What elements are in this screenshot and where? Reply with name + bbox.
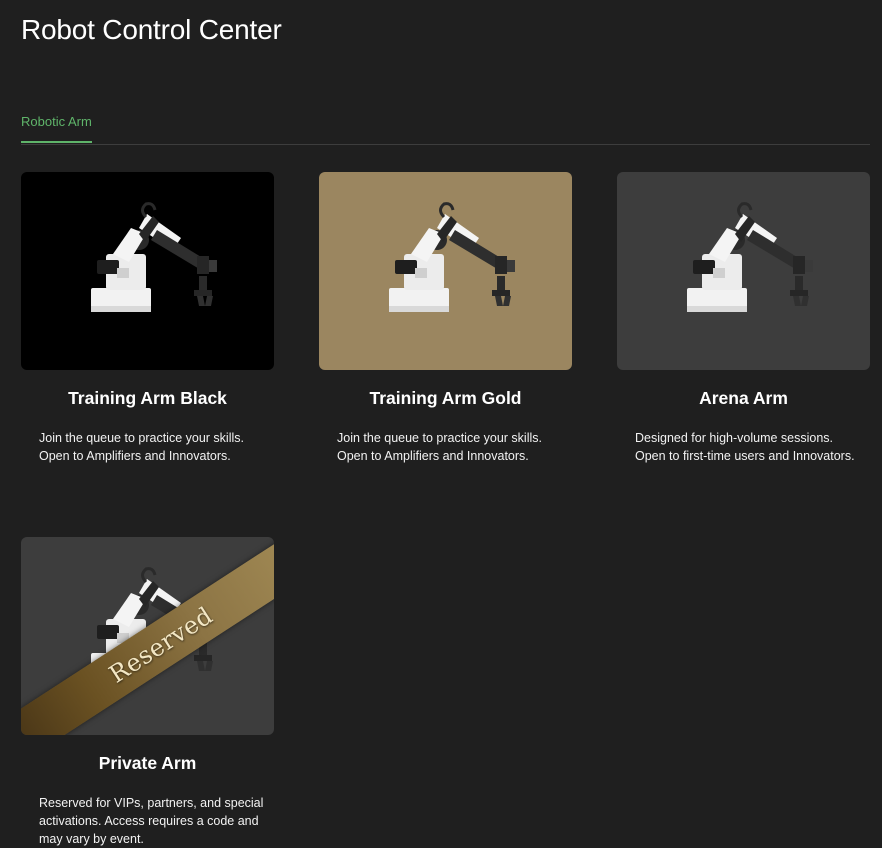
robot-card-training-arm-gold[interactable]: Training Arm Gold Join the queue to prac…	[319, 172, 572, 465]
robot-card-private-arm[interactable]: Reserved Private Arm Reserved for VIPs, …	[21, 537, 274, 848]
robot-arm-icon	[389, 202, 515, 312]
tab-bar: Robotic Arm	[21, 100, 870, 145]
card-description: Reserved for VIPs, partners, and special…	[39, 796, 264, 846]
card-title: Arena Arm	[699, 388, 788, 408]
card-description: Designed for high-volume sessions. Open …	[635, 431, 855, 463]
card-image[interactable]	[617, 172, 870, 370]
card-image[interactable]: Reserved	[21, 537, 274, 735]
card-description: Join the queue to practice your skills. …	[39, 431, 244, 463]
card-image[interactable]	[21, 172, 274, 370]
card-title: Training Arm Black	[68, 388, 227, 408]
robot-card-arena-arm[interactable]: Arena Arm Designed for high-volume sessi…	[617, 172, 870, 465]
robot-arm-icon	[91, 202, 217, 312]
robot-arm-icon	[687, 202, 813, 312]
page-title: Robot Control Center	[21, 14, 282, 45]
card-title: Training Arm Gold	[369, 388, 522, 408]
card-description: Join the queue to practice your skills. …	[337, 431, 542, 463]
card-title: Private Arm	[98, 753, 197, 773]
tab-robotic-arm[interactable]: Robotic Arm	[21, 100, 92, 143]
card-image[interactable]	[319, 172, 572, 370]
robot-card-training-arm-black[interactable]: Training Arm Black Join the queue to pra…	[21, 172, 274, 465]
